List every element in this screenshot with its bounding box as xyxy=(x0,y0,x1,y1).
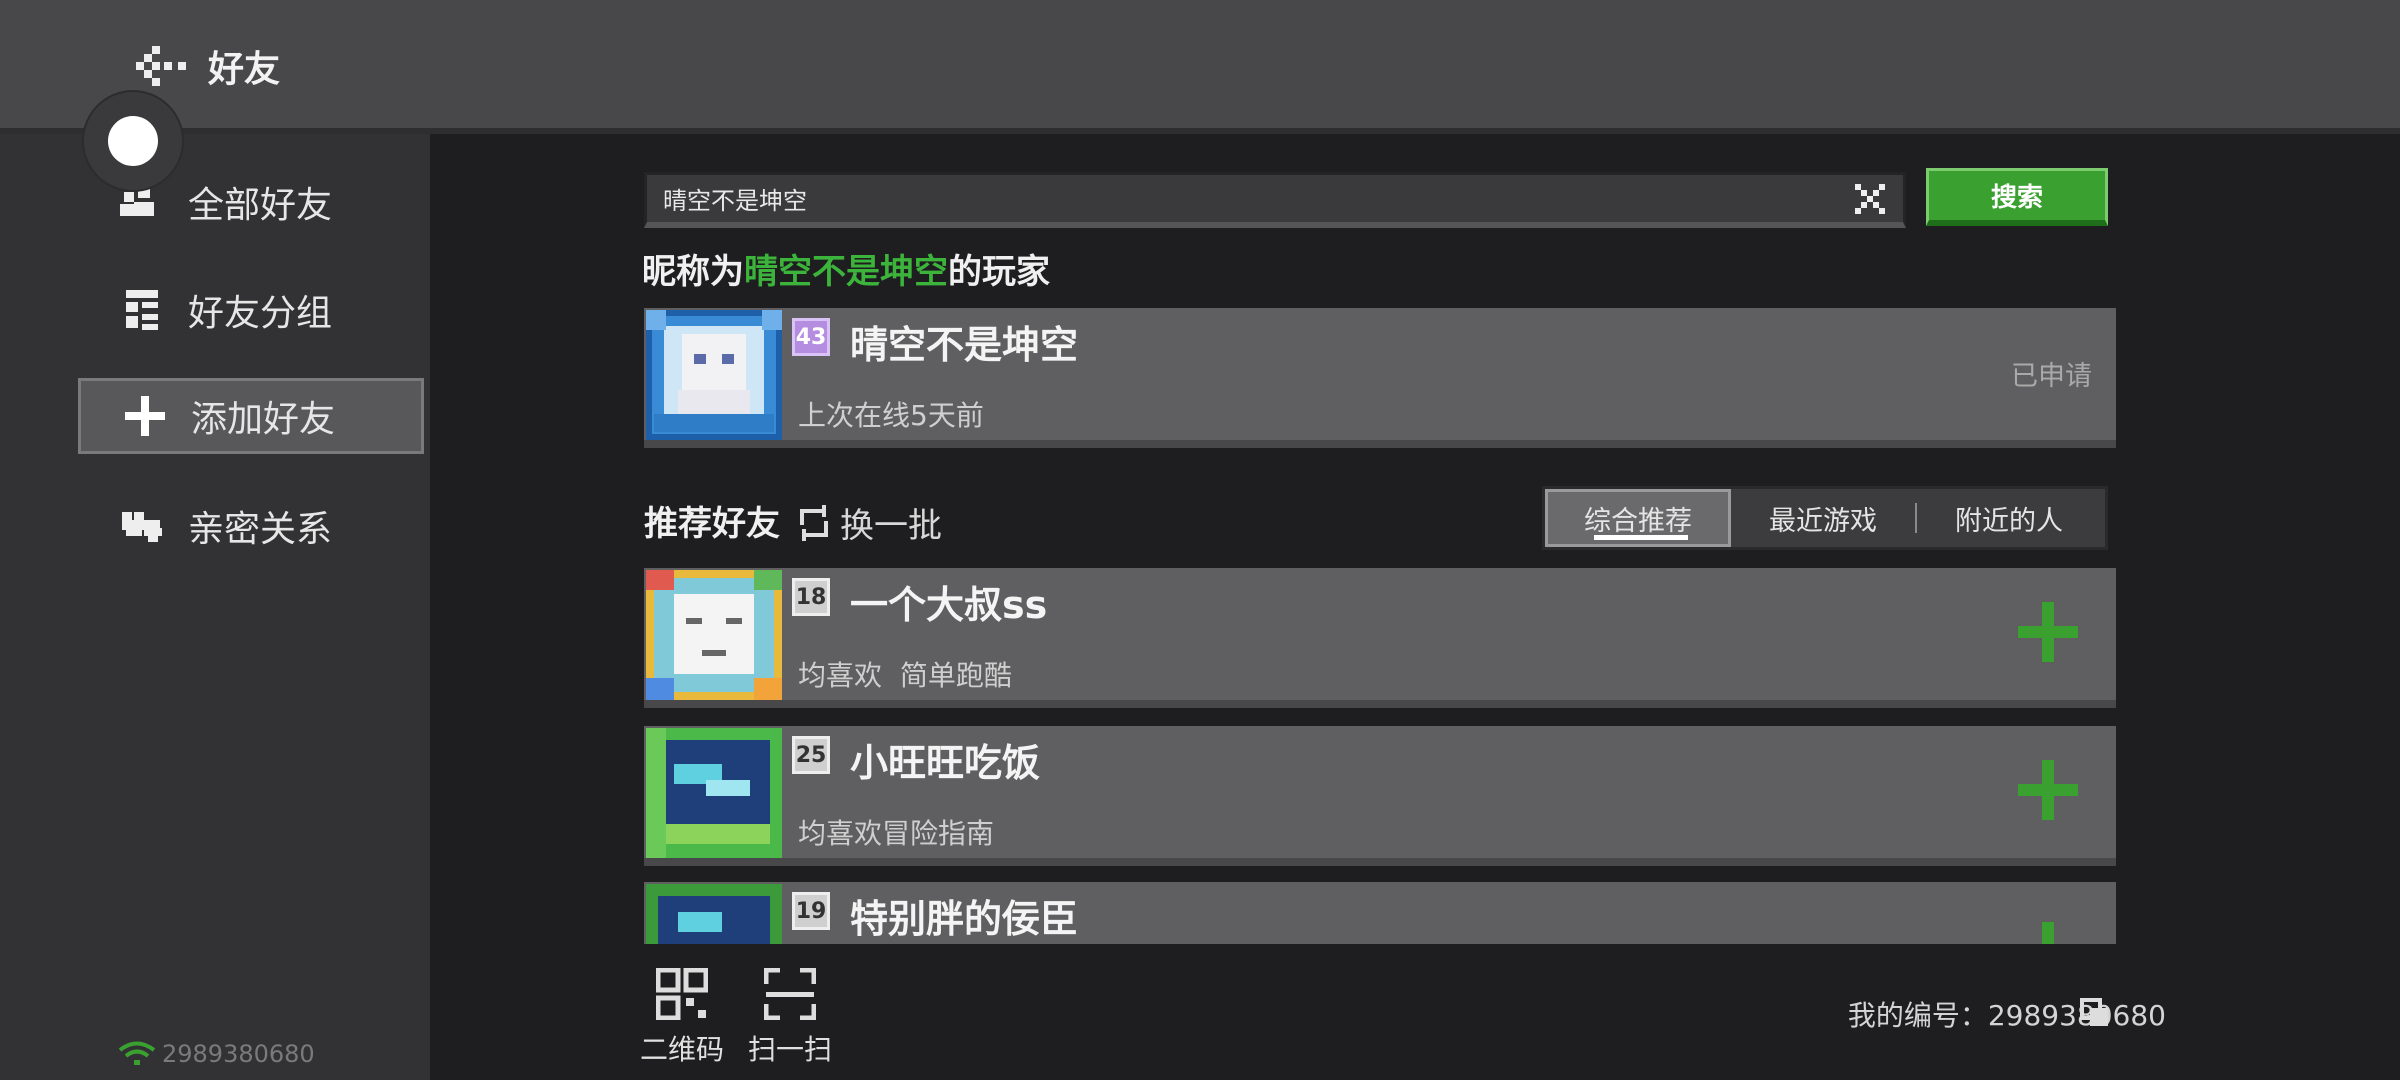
tab-label: 附近的人 xyxy=(1955,505,2063,537)
player-name: 一个大叔ss xyxy=(850,583,1048,627)
recommend-card[interactable]: 18 一个大叔ss 均喜欢 简单跑酷 xyxy=(644,568,2116,708)
player-name: 小旺旺吃饭 xyxy=(850,741,1041,785)
caption-prefix: 昵称为 xyxy=(642,252,744,292)
active-tab-indicator xyxy=(1594,535,1688,540)
top-bar: 好友 xyxy=(0,0,2400,134)
group-icon xyxy=(126,290,158,330)
tab-label: 综合推荐 xyxy=(1584,505,1692,537)
wifi-icon xyxy=(118,1041,156,1065)
tab-nearby[interactable]: 附近的人 xyxy=(1917,489,2101,547)
connection-status: 2989380680 xyxy=(118,1040,315,1068)
hearts-icon xyxy=(122,512,162,542)
plus-icon xyxy=(2018,760,2078,820)
page-title: 好友 xyxy=(208,49,281,90)
sidebar-item-add-friend[interactable]: 添加好友 xyxy=(78,378,424,454)
refresh-button[interactable]: 换一批 xyxy=(796,498,942,547)
copy-icon[interactable] xyxy=(2080,998,2110,1028)
search-button[interactable]: 搜索 xyxy=(1926,168,2108,226)
last-online: 上次在线5天前 xyxy=(798,399,984,432)
sidebar-item-label: 全部好友 xyxy=(188,185,333,226)
qr-code-button[interactable]: 二维码 xyxy=(640,968,724,1068)
scan-button[interactable]: 扫一扫 xyxy=(748,968,832,1068)
sidebar-item-friend-groups[interactable]: 好友分组 xyxy=(78,272,424,348)
player-name: 特别胖的佞臣 xyxy=(850,897,1079,941)
level-badge: 43 xyxy=(792,318,830,356)
shared-interest: 均喜欢冒险指南 xyxy=(798,817,995,850)
player-avatar xyxy=(646,570,782,700)
search-input[interactable]: 晴空不是坤空 xyxy=(644,172,1906,228)
plus-icon xyxy=(2018,602,2078,662)
qr-code-label: 二维码 xyxy=(640,1033,725,1066)
level-badge: 18 xyxy=(792,578,830,616)
add-friend-button[interactable] xyxy=(2018,760,2078,820)
back-button[interactable] xyxy=(132,44,188,88)
search-input-value: 晴空不是坤空 xyxy=(663,187,807,215)
tab-comprehensive[interactable]: 综合推荐 xyxy=(1545,489,1731,547)
tab-recent-games[interactable]: 最近游戏 xyxy=(1731,489,1915,547)
sidebar-item-label: 添加好友 xyxy=(191,399,336,440)
plus-icon xyxy=(125,396,165,436)
interest-tag: 均喜欢 xyxy=(798,659,883,692)
request-status: 已申请 xyxy=(2011,361,2092,392)
caption-highlight: 晴空不是坤空 xyxy=(744,252,948,292)
interest-tag: 简单跑酷 xyxy=(899,659,1012,692)
sidebar-item-label: 亲密关系 xyxy=(188,509,333,550)
refresh-label: 换一批 xyxy=(840,506,942,546)
sidebar-item-intimacy[interactable]: 亲密关系 xyxy=(78,488,424,564)
floating-assistant-button[interactable] xyxy=(84,92,182,190)
caption-suffix: 的玩家 xyxy=(948,252,1050,292)
tab-label: 最近游戏 xyxy=(1769,505,1877,537)
player-avatar xyxy=(646,884,782,944)
player-avatar xyxy=(646,310,782,440)
connection-id: 2989380680 xyxy=(162,1040,315,1068)
floating-ball-dot xyxy=(108,116,158,166)
plus-icon xyxy=(2042,922,2054,944)
recommend-card[interactable]: 25 小旺旺吃饭 均喜欢冒险指南 xyxy=(644,726,2116,866)
recommend-title: 推荐好友 xyxy=(644,504,780,544)
recommend-card[interactable]: 19 特别胖的佞臣 xyxy=(644,882,2116,944)
level-badge: 19 xyxy=(792,892,830,930)
add-friend-button[interactable] xyxy=(2018,602,2078,662)
add-friend-button[interactable] xyxy=(2018,922,2078,944)
scan-label: 扫一扫 xyxy=(748,1033,833,1066)
level-badge: 25 xyxy=(792,736,830,774)
recommend-tabs: 综合推荐 最近游戏 附近的人 xyxy=(1542,486,2108,550)
player-avatar xyxy=(646,728,782,858)
shared-interest: 均喜欢 简单跑酷 xyxy=(798,654,1012,694)
player-name: 晴空不是坤空 xyxy=(850,323,1079,367)
back-arrow-icon xyxy=(136,46,186,86)
scan-icon xyxy=(764,968,816,1020)
sidebar-item-label: 好友分组 xyxy=(188,293,333,334)
clear-icon[interactable] xyxy=(1853,182,1887,216)
search-result-caption: 昵称为晴空不是坤空的玩家 xyxy=(642,244,1050,293)
search-result-card[interactable]: 43 晴空不是坤空 上次在线5天前 已申请 xyxy=(644,308,2116,448)
refresh-icon xyxy=(800,504,828,541)
my-id: 我的编号：2989380680 xyxy=(1847,999,2166,1032)
qr-code-icon xyxy=(656,968,708,1020)
